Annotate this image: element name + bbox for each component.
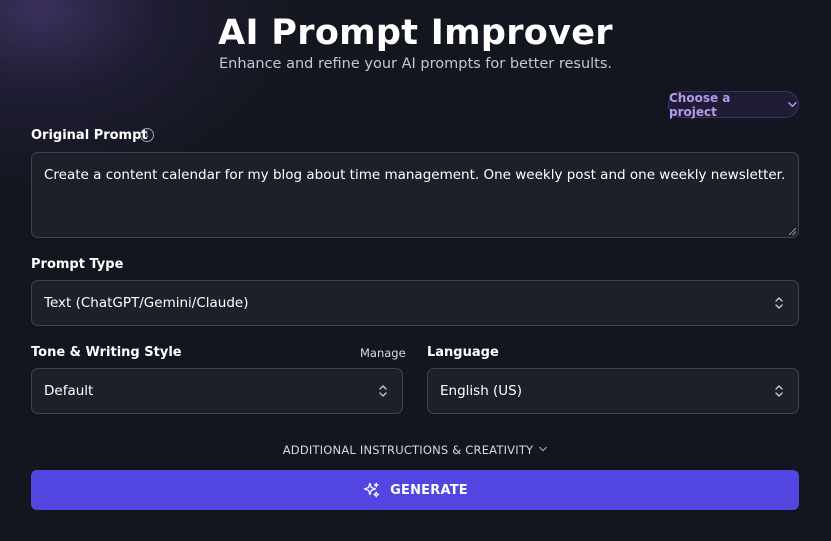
- chevron-up-down-icon: [775, 385, 783, 397]
- page-title: AI Prompt Improver: [218, 13, 613, 53]
- tone-label: Tone & Writing Style: [31, 345, 182, 360]
- sparkles-icon: [363, 481, 380, 497]
- original-prompt-textarea[interactable]: Create a content calendar for my blog ab…: [31, 152, 799, 238]
- generate-button-label: GENERATE: [390, 482, 468, 498]
- resize-grip-icon[interactable]: [789, 228, 796, 235]
- chevron-up-down-icon: [775, 297, 783, 309]
- tone-value: Default: [44, 383, 94, 399]
- generate-button[interactable]: GENERATE: [31, 470, 799, 510]
- additional-instructions-toggle[interactable]: ADDITIONAL INSTRUCTIONS & CREATIVITY: [0, 443, 831, 457]
- tone-select[interactable]: Default: [31, 368, 403, 414]
- project-select-label: Choose a project: [669, 90, 731, 119]
- prompt-type-label: Prompt Type: [31, 257, 124, 272]
- language-value: English (US): [440, 383, 523, 399]
- language-select[interactable]: English (US): [427, 368, 799, 414]
- additional-instructions-label: ADDITIONAL INSTRUCTIONS & CREATIVITY: [282, 443, 534, 457]
- manage-link[interactable]: Manage: [360, 346, 406, 360]
- prompt-type-value: Text (ChatGPT/Gemini/Claude): [44, 295, 249, 311]
- original-prompt-label: Original Prompt: [31, 128, 148, 143]
- original-prompt-text: Create a content calendar for my blog ab…: [44, 167, 786, 183]
- page-subtitle: Enhance and refine your AI prompts for b…: [218, 56, 613, 72]
- prompt-type-select[interactable]: Text (ChatGPT/Gemini/Claude): [31, 280, 799, 326]
- chevron-up-down-icon: [379, 385, 387, 397]
- language-label: Language: [427, 345, 499, 360]
- info-icon[interactable]: i: [140, 128, 154, 142]
- chevron-down-icon: [788, 101, 797, 108]
- page-header: AI Prompt Improver Enhance and refine yo…: [0, 12, 831, 73]
- project-select[interactable]: Choose a project: [668, 90, 799, 119]
- chevron-down-icon: [539, 446, 548, 452]
